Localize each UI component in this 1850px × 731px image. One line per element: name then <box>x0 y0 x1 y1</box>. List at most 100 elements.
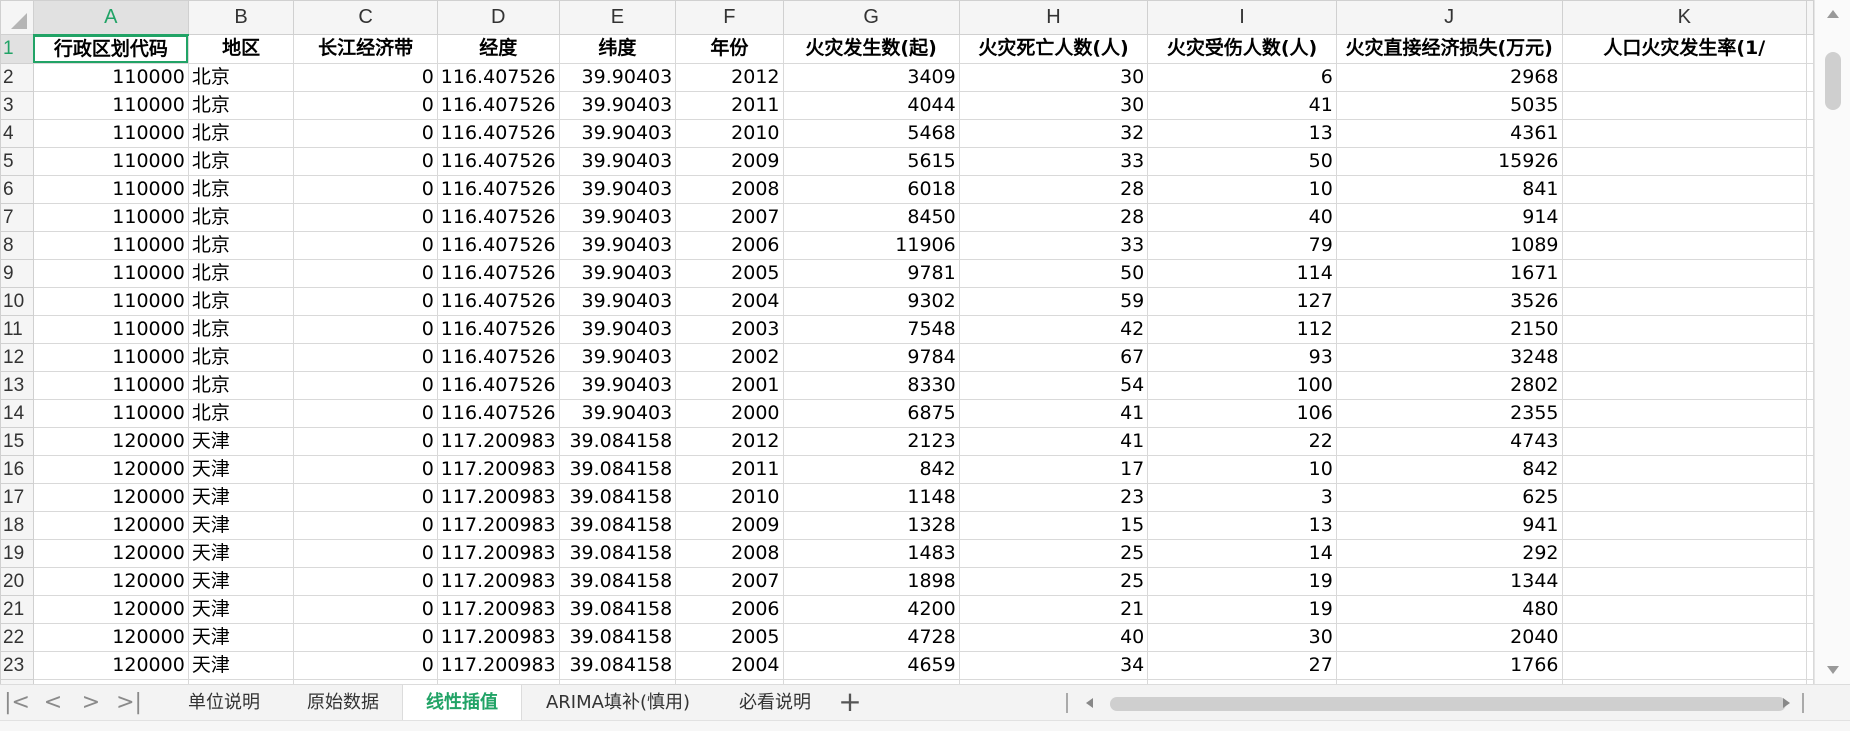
cell-f[interactable]: 2007 <box>675 566 784 596</box>
cell-a[interactable]: 行政区划代码 <box>32 34 189 64</box>
tab-raw-data[interactable]: 原始数据 <box>284 685 402 721</box>
cell-d[interactable]: 117.200983 <box>436 510 560 540</box>
cell-d[interactable]: 117.200983 <box>436 482 560 512</box>
cell-c[interactable]: 0 <box>293 398 438 428</box>
cell-f[interactable]: 2004 <box>675 286 784 316</box>
cell-overflow[interactable] <box>1806 370 1814 400</box>
next-sheet-button[interactable]: > <box>76 689 106 717</box>
cell-j[interactable]: 2802 <box>1335 370 1563 400</box>
cell-e[interactable]: 39.084158 <box>558 426 677 456</box>
cell-i[interactable]: 13 <box>1147 510 1337 540</box>
cell-i[interactable]: 13 <box>1147 118 1337 148</box>
row-header[interactable]: 16 <box>0 454 34 484</box>
row-header[interactable]: 12 <box>0 342 34 372</box>
cell-a[interactable]: 120000 <box>32 594 189 624</box>
cell-b[interactable]: 北京 <box>187 230 295 260</box>
cell-c[interactable]: 0 <box>293 118 438 148</box>
cell-k[interactable] <box>1561 174 1808 204</box>
cell-overflow[interactable] <box>1806 62 1814 92</box>
cell-overflow[interactable] <box>1806 398 1814 428</box>
cell-a[interactable]: 110000 <box>32 202 189 232</box>
cell-f[interactable]: 2009 <box>675 510 784 540</box>
cell-d[interactable]: 116.407526 <box>436 90 560 120</box>
cell-i[interactable]: 112 <box>1147 314 1337 344</box>
cell-f[interactable]: 2006 <box>675 230 784 260</box>
cell-d[interactable]: 117.200983 <box>436 594 560 624</box>
scroll-split-handle[interactable] <box>1802 693 1804 713</box>
cell-a[interactable]: 120000 <box>32 510 189 540</box>
cell-k[interactable] <box>1561 342 1808 372</box>
cell-f[interactable]: 2002 <box>675 342 784 372</box>
cell-overflow[interactable] <box>1806 230 1814 260</box>
cell-h[interactable]: 59 <box>958 286 1149 316</box>
cell-a[interactable]: 120000 <box>32 622 189 652</box>
cell-g[interactable]: 8330 <box>782 370 960 400</box>
cell-k[interactable] <box>1561 230 1808 260</box>
cell-d[interactable]: 116.407526 <box>436 258 560 288</box>
tab-linear-interpolation[interactable]: 线性插值 <box>402 685 522 721</box>
cell-g[interactable]: 5468 <box>782 118 960 148</box>
row-header[interactable]: 18 <box>0 510 34 540</box>
cell-g[interactable]: 4728 <box>782 622 960 652</box>
cell-e[interactable]: 39.084158 <box>558 622 677 652</box>
cell-a[interactable]: 120000 <box>32 650 189 680</box>
cell-i[interactable]: 100 <box>1147 370 1337 400</box>
cell-overflow[interactable] <box>1806 90 1814 120</box>
cell-i[interactable]: 41 <box>1147 90 1337 120</box>
cell-d[interactable]: 116.407526 <box>436 286 560 316</box>
cell-b[interactable]: 北京 <box>187 90 295 120</box>
cell-d[interactable]: 116.407526 <box>436 174 560 204</box>
cell-k[interactable] <box>1561 650 1808 680</box>
cell-a[interactable]: 120000 <box>32 482 189 512</box>
cell-e[interactable]: 39.90403 <box>558 146 677 176</box>
cell-b[interactable]: 天津 <box>187 454 295 484</box>
cell-e[interactable]: 39.90403 <box>558 258 677 288</box>
cell-c[interactable]: 0 <box>293 482 438 512</box>
scroll-down-icon[interactable] <box>1827 666 1839 674</box>
cell-h[interactable]: 21 <box>958 594 1149 624</box>
cell-f[interactable]: 2012 <box>675 62 784 92</box>
cell-i[interactable]: 127 <box>1147 286 1337 316</box>
column-header-overflow[interactable] <box>1806 0 1814 35</box>
cell-b[interactable]: 北京 <box>187 370 295 400</box>
cell-overflow[interactable] <box>1806 622 1814 652</box>
cell-i[interactable]: 火灾受伤人数(人) <box>1147 34 1337 64</box>
cell-k[interactable] <box>1561 314 1808 344</box>
cell-a[interactable]: 110000 <box>32 314 189 344</box>
cell-a[interactable]: 110000 <box>32 398 189 428</box>
cell-d[interactable]: 116.407526 <box>436 370 560 400</box>
cell-h[interactable]: 15 <box>958 510 1149 540</box>
cell-d[interactable]: 116.407526 <box>436 62 560 92</box>
row-header[interactable]: 7 <box>0 202 34 232</box>
cell-c[interactable]: 0 <box>293 594 438 624</box>
cell-h[interactable]: 33 <box>958 230 1149 260</box>
cell-h[interactable]: 41 <box>958 398 1149 428</box>
cell-e[interactable]: 39.084158 <box>558 594 677 624</box>
horizontal-scrollbar[interactable] <box>1080 695 1790 711</box>
cell-k[interactable] <box>1561 566 1808 596</box>
cell-overflow[interactable] <box>1806 314 1814 344</box>
row-header[interactable]: 1 <box>0 34 34 64</box>
cell-k[interactable] <box>1561 538 1808 568</box>
cell-d[interactable]: 116.407526 <box>436 202 560 232</box>
select-all-corner[interactable] <box>0 0 34 35</box>
cell-a[interactable]: 110000 <box>32 370 189 400</box>
cell-h[interactable]: 32 <box>958 118 1149 148</box>
cell-a[interactable]: 110000 <box>32 146 189 176</box>
tab-split-handle[interactable] <box>1066 693 1068 713</box>
cell-a[interactable]: 120000 <box>32 426 189 456</box>
row-header[interactable]: 15 <box>0 426 34 456</box>
cell-e[interactable]: 39.90403 <box>558 202 677 232</box>
cell-overflow[interactable] <box>1806 566 1814 596</box>
cell-b[interactable]: 北京 <box>187 174 295 204</box>
cell-j[interactable]: 4743 <box>1335 426 1563 456</box>
tab-unit-notes[interactable]: 单位说明 <box>164 685 284 721</box>
cell-g[interactable]: 9302 <box>782 286 960 316</box>
cell-f[interactable]: 2000 <box>675 398 784 428</box>
cell-h[interactable]: 33 <box>958 146 1149 176</box>
cell-k[interactable] <box>1561 202 1808 232</box>
cell-g[interactable]: 5615 <box>782 146 960 176</box>
cell-d[interactable]: 117.200983 <box>436 622 560 652</box>
cell-f[interactable]: 2007 <box>675 202 784 232</box>
row-header[interactable]: 3 <box>0 90 34 120</box>
